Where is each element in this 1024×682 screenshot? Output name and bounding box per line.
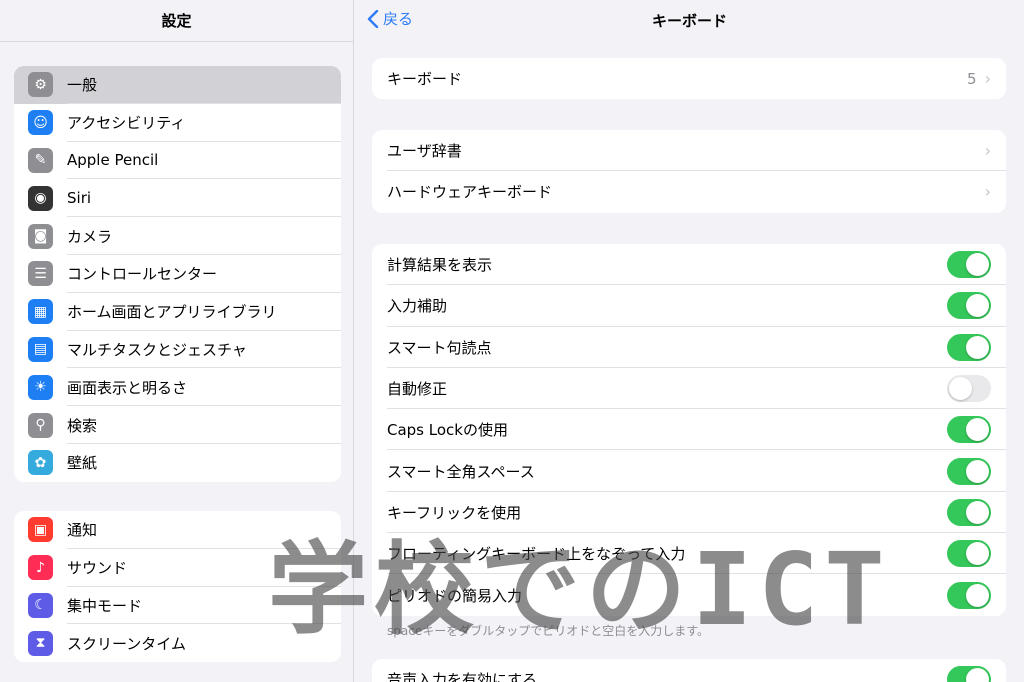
brightness-icon: ☀ (28, 374, 53, 400)
watermark-text: 学校でのICT (268, 531, 891, 648)
sidebar-item-wallpaper[interactable]: ✿ 壁紙 (14, 444, 341, 482)
focus-moon-icon: ☾ (28, 592, 53, 618)
settings-row: スマート句読点 (372, 327, 1006, 368)
settings-row-label: ハードウェアキーボード (387, 183, 553, 202)
sidebar-item-label: コントロールセンター (67, 265, 218, 284)
sidebar-item-label: 画面表示と明るさ (67, 378, 188, 397)
screen-time-icon: ⧗ (28, 630, 53, 656)
toggle-switch[interactable] (947, 666, 991, 682)
settings-row-label: 入力補助 (387, 297, 448, 316)
sidebar-item-multitasking[interactable]: ▤ マルチタスクとジェスチャ (14, 331, 341, 369)
toggle-switch[interactable] (947, 540, 991, 568)
toggle-knob (966, 583, 989, 607)
sidebar-item-label: 一般 (67, 76, 98, 95)
sidebar-item-home-screen[interactable]: ▦ ホーム画面とアプリライブラリ (14, 293, 341, 331)
sidebar-item-gear[interactable]: ⚙ 一般 (14, 66, 341, 104)
sidebar-item-label: 検索 (67, 416, 98, 435)
chevron-right-icon: › (984, 182, 991, 202)
siri-icon: ◉ (28, 185, 53, 211)
toggle-switch[interactable] (947, 581, 991, 609)
camera-icon: ◙ (28, 223, 53, 249)
dictation-card: 音声入力を有効にする (372, 659, 1006, 682)
toggle-knob (966, 459, 989, 483)
settings-row: 自動修正 (372, 368, 1006, 410)
toggle-switch[interactable] (947, 375, 991, 403)
sidebar-item-label: アクセシビリティ (67, 114, 186, 133)
toggle-switch[interactable] (947, 416, 991, 444)
toggle-switch[interactable] (947, 333, 991, 361)
sound-icon: ♪ (28, 555, 53, 581)
toggle-knob (949, 377, 972, 401)
settings-row: Caps Lockの使用 (372, 409, 1006, 451)
sidebar-item-label: 通知 (67, 521, 98, 540)
toggle-knob (966, 294, 989, 318)
chevron-right-icon: › (984, 69, 991, 89)
sidebar-item-label: 壁紙 (67, 454, 98, 473)
keyboard-count: 5 (967, 69, 977, 88)
home-screen-icon: ▦ (28, 299, 53, 325)
dictionary-card: ユーザ辞書 › ハードウェアキーボード › (372, 130, 1006, 213)
toggle-switch[interactable] (947, 498, 991, 526)
sidebar-item-label: スクリーンタイム (67, 634, 186, 653)
search-icon: ⚲ (28, 412, 53, 438)
toggle-switch[interactable] (947, 292, 991, 320)
sidebar-item-label: サウンド (67, 559, 128, 578)
sidebar-item-label: Siri (67, 189, 92, 208)
accessibility-icon: ☺ (28, 110, 53, 136)
control-center-icon: ☰ (28, 261, 53, 287)
sidebar-item-label: カメラ (67, 227, 113, 246)
sidebar-item-pencil[interactable]: ✎ Apple Pencil (14, 142, 341, 180)
toggle-knob (966, 335, 989, 359)
chevron-right-icon: › (984, 141, 991, 161)
page-title: キーボード (651, 12, 727, 30)
wallpaper-icon: ✿ (28, 450, 53, 476)
settings-row-label: ユーザ辞書 (387, 142, 462, 161)
settings-row[interactable]: ハードウェアキーボード › (372, 171, 1006, 212)
sidebar-group-main: ⚙ 一般 ☺ アクセシビリティ ✎ Apple Pencil ◉ Siri ◙ カメラ ☰ コントロー… (14, 66, 341, 482)
toggle-switch[interactable] (947, 457, 991, 485)
sidebar-item-search[interactable]: ⚲ 検索 (14, 406, 341, 444)
settings-row-label: キーボード (387, 70, 463, 89)
gear-icon: ⚙ (28, 72, 53, 98)
sidebar-item-label: 集中モード (67, 596, 143, 615)
settings-row-label: 自動修正 (387, 380, 448, 399)
sidebar-item-label: Apple Pencil (67, 151, 159, 170)
settings-row: スマート全角スペース (372, 450, 1006, 492)
toggle-knob (966, 253, 989, 277)
toggle-knob (966, 542, 989, 566)
multitasking-icon: ▤ (28, 336, 53, 362)
sidebar-item-accessibility[interactable]: ☺ アクセシビリティ (14, 104, 341, 142)
notifications-icon: ▣ (28, 517, 53, 543)
settings-row-label: スマート全角スペース (387, 462, 535, 481)
settings-row-label: Caps Lockの使用 (387, 421, 508, 440)
sidebar-item-control-center[interactable]: ☰ コントロールセンター (14, 255, 341, 293)
settings-row-label: 計算結果を表示 (387, 256, 493, 275)
sidebar-item-label: マルチタスクとジェスチャ (67, 340, 247, 359)
settings-row[interactable]: キーボード 5 › (372, 58, 1006, 99)
settings-row[interactable]: ユーザ辞書 › (372, 130, 1006, 172)
settings-row-label: キーフリックを使用 (387, 503, 522, 522)
sidebar-item-label: ホーム画面とアプリライブラリ (67, 303, 277, 322)
settings-row-label: 音声入力を有効にする (387, 671, 538, 682)
toggle-knob (966, 500, 989, 524)
settings-row: 入力補助 (372, 285, 1006, 327)
toggle-knob (966, 418, 989, 442)
sidebar-item-brightness[interactable]: ☀ 画面表示と明るさ (14, 368, 341, 407)
keyboards-card: キーボード 5 › (372, 58, 1006, 100)
pencil-icon: ✎ (28, 147, 53, 173)
settings-row: 計算結果を表示 (372, 244, 1006, 286)
sidebar-item-siri[interactable]: ◉ Siri (14, 179, 341, 218)
settings-row: キーフリックを使用 (372, 492, 1006, 534)
toggle-knob (966, 668, 989, 682)
toggle-switch[interactable] (947, 251, 991, 279)
settings-row: 音声入力を有効にする (372, 659, 1006, 682)
settings-row-label: スマート句読点 (387, 338, 492, 357)
sidebar-title: 設定 (0, 0, 353, 42)
sidebar-item-camera[interactable]: ◙ カメラ (14, 217, 341, 255)
